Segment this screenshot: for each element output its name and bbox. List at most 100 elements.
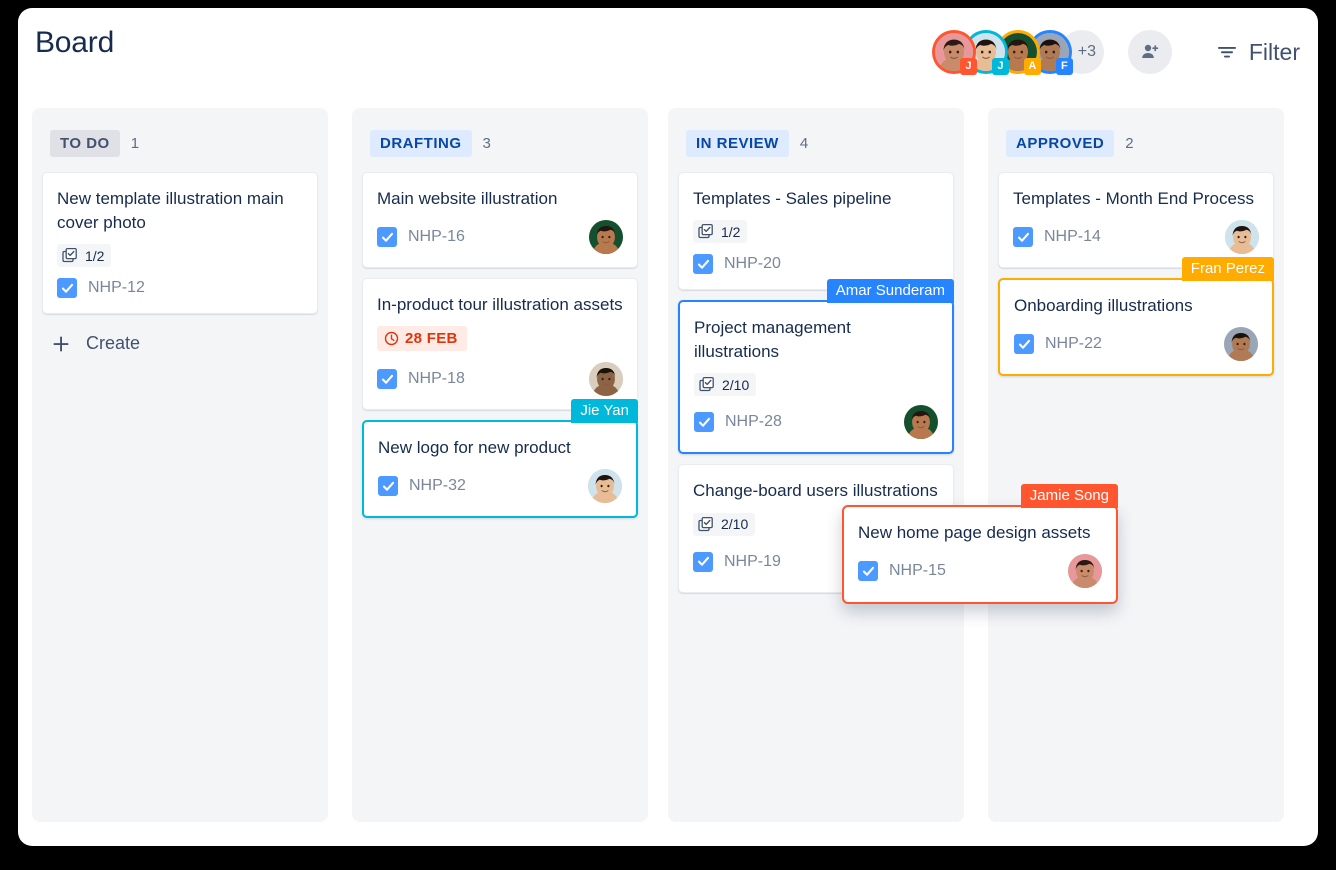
- issue-type-checkbox-icon: [1014, 334, 1034, 355]
- avatar-photo: [1225, 220, 1259, 255]
- issue-key-row[interactable]: NHP-15: [858, 561, 946, 582]
- avatar-photo: [1224, 327, 1258, 362]
- board-card[interactable]: Fran Perez Onboarding illustrations NHP-22: [998, 257, 1274, 377]
- issue-key-row[interactable]: NHP-19: [693, 551, 781, 572]
- issue-type-checkbox-icon: [694, 412, 714, 433]
- card-assignee-avatar[interactable]: [904, 405, 938, 440]
- column-card-count: 2: [1125, 135, 1134, 152]
- column-card-list: Main website illustration NHP-16 In-produc…: [362, 172, 638, 528]
- avatar-photo: [589, 220, 623, 255]
- avatar[interactable]: J: [931, 30, 977, 75]
- filter-icon: [1217, 47, 1236, 58]
- subtask-badge: 1/2: [57, 244, 112, 268]
- avatar-photo: [589, 362, 623, 397]
- column-card-count: 4: [799, 135, 809, 152]
- issue-key: NHP-14: [1044, 228, 1101, 246]
- drag-user-label: Amar Sunderam: [826, 279, 954, 304]
- card-assignee-avatar[interactable]: [588, 469, 622, 504]
- avatar-initial-badge: J: [991, 58, 1009, 75]
- card-assignee-avatar[interactable]: [589, 220, 623, 255]
- issue-key-row[interactable]: NHP-18: [377, 369, 465, 390]
- filter-button[interactable]: Filter: [1210, 35, 1306, 70]
- issue-key: NHP-18: [408, 370, 465, 388]
- card-title: Templates - Sales pipeline: [693, 189, 892, 208]
- filter-label: Filter: [1248, 38, 1300, 65]
- issue-key-row[interactable]: NHP-12: [57, 278, 145, 299]
- avatar-photo: [588, 469, 622, 504]
- subtask-icon: [698, 516, 713, 531]
- card-meta-row: NHP-15: [858, 554, 1102, 589]
- subtask-badge: 2/10: [693, 512, 756, 536]
- subtask-icon: [62, 248, 77, 263]
- issue-type-checkbox-icon: [377, 227, 397, 248]
- create-card-button[interactable]: Create: [42, 324, 318, 363]
- floating-drag-card[interactable]: Jamie Song New home page design assets NHP…: [842, 484, 1118, 605]
- issue-key-row[interactable]: NHP-16: [377, 227, 465, 248]
- card-meta-row: NHP-12: [57, 276, 303, 300]
- board-card[interactable]: New template illustration main cover pho…: [42, 172, 318, 315]
- avatar-initial-badge: A: [1023, 58, 1041, 75]
- board-column: DRAFTING 3 Main website illustration NHP-16…: [352, 108, 648, 822]
- issue-key-row[interactable]: NHP-22: [1014, 334, 1102, 355]
- issue-key: NHP-20: [724, 255, 781, 273]
- board-header: Board JJAF +3 Filter: [18, 8, 1318, 94]
- card-assignee-avatar[interactable]: [1225, 220, 1259, 255]
- board-card[interactable]: Templates - Month End Process NHP-14: [998, 172, 1274, 269]
- card-title: New template illustration main cover pho…: [57, 189, 284, 233]
- avatar-photo: [904, 405, 938, 440]
- column-card-list: New template illustration main cover pho…: [42, 172, 318, 363]
- board-column: IN REVIEW 4 Templates - Sales pipeline 1/2 N…: [668, 108, 964, 822]
- issue-key-row[interactable]: NHP-28: [694, 412, 782, 433]
- add-person-button[interactable]: [1127, 30, 1172, 74]
- card-meta-row: NHP-28: [694, 405, 938, 440]
- card-meta-row: NHP-20: [693, 252, 939, 276]
- column-card-list: Templates - Month End Process NHP-14 Fran …: [998, 172, 1274, 386]
- column-status-chip[interactable]: IN REVIEW: [686, 130, 789, 157]
- issue-key-row[interactable]: NHP-20: [693, 254, 781, 275]
- board-card[interactable]: Jie Yan New logo for new product NHP-32: [362, 399, 638, 519]
- card-title: In-product tour illustration assets: [377, 295, 623, 315]
- issue-key: NHP-15: [889, 562, 946, 580]
- avatar-initial-badge: F: [1055, 58, 1073, 75]
- issue-key-row[interactable]: NHP-14: [1013, 227, 1101, 248]
- card-meta-row: NHP-22: [1014, 327, 1258, 362]
- board-card[interactable]: Amar Sunderam Project management illustra…: [678, 279, 954, 455]
- issue-type-checkbox-icon: [693, 254, 713, 275]
- issue-key-row[interactable]: NHP-32: [378, 476, 466, 497]
- card-meta-row: NHP-16: [377, 220, 623, 255]
- issue-key: NHP-12: [88, 279, 145, 297]
- subtask-badge: 1/2: [693, 220, 748, 244]
- subtask-icon: [699, 377, 714, 392]
- issue-type-checkbox-icon: [378, 476, 398, 497]
- avatar-photo: [1068, 554, 1102, 589]
- issue-key: NHP-32: [409, 477, 466, 495]
- column-header: DRAFTING 3: [370, 130, 491, 157]
- card-title: New logo for new product: [378, 438, 571, 458]
- clock-icon: [384, 332, 399, 346]
- board-card[interactable]: Templates - Sales pipeline 1/2 NHP-20: [678, 172, 954, 291]
- card-assignee-avatar[interactable]: [1224, 327, 1258, 362]
- column-status-chip[interactable]: DRAFTING: [370, 130, 472, 157]
- board-column: TO DO 1 New template illustration main cov…: [32, 108, 328, 822]
- card-assignee-avatar[interactable]: [589, 362, 623, 397]
- board-card[interactable]: Main website illustration NHP-16: [362, 172, 638, 269]
- board-window: Board JJAF +3 Filter TO DO 1 New templat…: [18, 8, 1318, 846]
- issue-type-checkbox-icon: [1013, 227, 1033, 248]
- due-date-label: 28 FEB: [405, 330, 458, 348]
- column-status-chip[interactable]: TO DO: [50, 130, 120, 157]
- subtask-count: 1/2: [85, 247, 105, 264]
- card-assignee-avatar[interactable]: [1068, 554, 1102, 589]
- card-title: New home page design assets: [858, 523, 1091, 542]
- subtask-count: 2/10: [722, 376, 750, 393]
- board-canvas: TO DO 1 New template illustration main cov…: [18, 94, 1318, 846]
- subtask-badge: 2/10: [694, 373, 757, 397]
- column-status-chip[interactable]: APPROVED: [1006, 130, 1115, 157]
- column-header: APPROVED 2: [1006, 130, 1134, 157]
- column-header: IN REVIEW 4: [686, 130, 808, 157]
- board-card[interactable]: In-product tour illustration assets 28 FE…: [362, 278, 638, 411]
- issue-key: NHP-19: [724, 552, 781, 570]
- issue-key: NHP-28: [725, 413, 782, 431]
- due-date-badge: 28 FEB: [377, 326, 467, 352]
- issue-type-checkbox-icon: [57, 278, 77, 299]
- card-title: Project management illustrations: [694, 318, 851, 362]
